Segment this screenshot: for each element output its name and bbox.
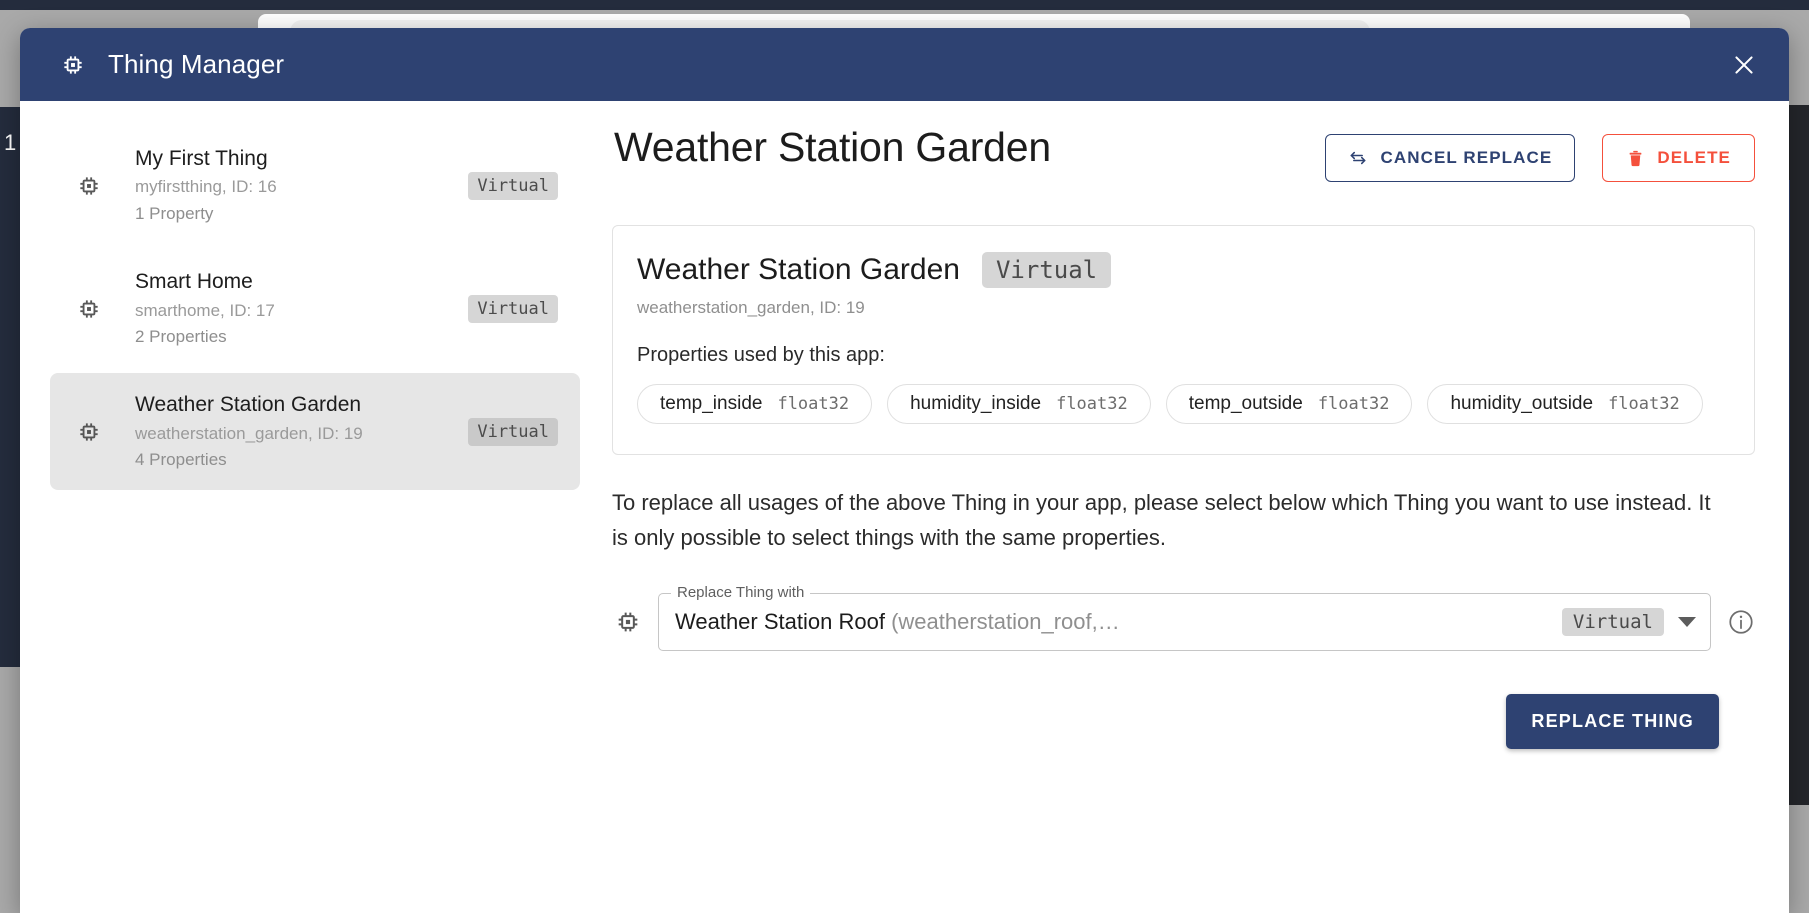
- property-chip: humidity_outside float32: [1427, 384, 1703, 424]
- delete-label: DELETE: [1657, 148, 1731, 167]
- property-type: float32: [1608, 394, 1680, 414]
- thing-identifier: myfirstthing, ID: 16: [135, 177, 277, 197]
- thing-list-item-text: Smart Home smarthome, ID: 17 2 Propertie…: [135, 267, 468, 350]
- properties-label: Properties used by this app:: [637, 344, 885, 366]
- swap-arrows-icon: [1350, 151, 1366, 165]
- chip-icon: [76, 173, 102, 199]
- replace-thing-button[interactable]: REPLACE THING: [1506, 693, 1719, 749]
- thing-list-item-text: My First Thing myfirstthing, ID: 16 1 Pr…: [135, 144, 468, 227]
- status-badge: Virtual: [468, 171, 558, 200]
- selected-thing-name: Weather Station Roof: [675, 608, 885, 634]
- property-chip: temp_inside float32: [637, 384, 873, 424]
- property-name: humidity_outside: [1450, 393, 1594, 414]
- dialog-title: Thing Manager: [108, 49, 285, 79]
- trash-icon: [1629, 150, 1642, 166]
- info-card-headline: Weather Station Garden Virtual: [637, 252, 1728, 288]
- thing-list-item-weather-station-garden[interactable]: Weather Station Garden weatherstation_ga…: [50, 373, 580, 491]
- property-chip: humidity_inside float32: [887, 384, 1151, 424]
- thing-list: My First Thing myfirstthing, ID: 16 1 Pr…: [20, 101, 610, 913]
- thing-list-item-text: Weather Station Garden weatherstation_ga…: [135, 390, 468, 473]
- chip-icon: [76, 296, 102, 322]
- thing-name: Weather Station Garden: [135, 393, 362, 417]
- property-chip: temp_outside float32: [1165, 384, 1413, 424]
- thing-property-count: 4 Properties: [135, 450, 227, 470]
- thing-name: Smart Home: [135, 270, 253, 294]
- chevron-down-icon[interactable]: [1678, 616, 1696, 627]
- close-button[interactable]: [1721, 42, 1767, 88]
- dialog-titlebar: Thing Manager: [20, 28, 1789, 101]
- chip-icon: [76, 419, 102, 445]
- thing-info-card: Weather Station Garden Virtual weatherst…: [612, 225, 1755, 455]
- chip-icon: [614, 608, 642, 636]
- replace-explanation: To replace all usages of the above Thing…: [612, 490, 1711, 550]
- status-badge: Virtual: [468, 417, 558, 446]
- selected-thing-identifier: (weatherstation_roof,…: [891, 608, 1120, 634]
- property-name: temp_outside: [1188, 393, 1303, 414]
- thing-identifier: weatherstation_garden, ID: 19: [135, 423, 363, 443]
- cancel-replace-label: CANCEL REPLACE: [1380, 148, 1553, 167]
- thing-identifier: smarthome, ID: 17: [135, 300, 275, 320]
- property-type: float32: [777, 394, 850, 414]
- background-left-panel-label: 1: [4, 130, 17, 155]
- thing-property-count: 1 Property: [135, 203, 214, 223]
- detail-header-actions: CANCEL REPLACE DELETE: [1325, 123, 1755, 182]
- property-chip-row: temp_inside float32 humidity_inside floa…: [637, 384, 1728, 424]
- info-card-name: Weather Station Garden: [637, 253, 960, 286]
- thing-property-count: 2 Properties: [135, 326, 227, 346]
- detail-header: Weather Station Garden CANCEL REPLACE DE…: [610, 123, 1755, 182]
- close-icon: [1735, 55, 1753, 74]
- thing-detail-pane: Weather Station Garden CANCEL REPLACE DE…: [610, 101, 1789, 913]
- dialog-body: My First Thing myfirstthing, ID: 16 1 Pr…: [20, 101, 1789, 913]
- thing-list-item-my-first-thing[interactable]: My First Thing myfirstthing, ID: 16 1 Pr…: [50, 127, 580, 244]
- info-card-identifier: weatherstation_garden, ID: 19: [637, 298, 865, 317]
- status-badge: Virtual: [468, 294, 558, 323]
- replace-action-row: REPLACE THING: [610, 693, 1755, 749]
- chip-icon: [60, 52, 86, 78]
- replace-thing-select[interactable]: Replace Thing with Weather Station Roof …: [658, 583, 1711, 651]
- replace-select-row: Replace Thing with Weather Station Roof …: [610, 583, 1755, 651]
- status-badge: Virtual: [1561, 607, 1664, 636]
- replace-thing-select-value: Weather Station Roof (weatherstation_roo…: [675, 609, 1550, 635]
- page-title: Weather Station Garden: [614, 124, 1051, 170]
- thing-name: My First Thing: [135, 147, 268, 170]
- replace-thing-select-label: Replace Thing with: [671, 583, 811, 601]
- thing-list-item-smart-home[interactable]: Smart Home smarthome, ID: 17 2 Propertie…: [50, 250, 580, 367]
- property-name: temp_inside: [660, 393, 763, 414]
- thing-manager-dialog: Thing Manager My First Thing myfirstthin…: [20, 28, 1789, 913]
- cancel-replace-button[interactable]: CANCEL REPLACE: [1325, 134, 1576, 182]
- property-type: float32: [1317, 394, 1390, 414]
- property-type: float32: [1056, 394, 1128, 414]
- property-name: humidity_inside: [910, 393, 1042, 414]
- info-circle-icon[interactable]: [1727, 608, 1755, 636]
- background-top-strip: [0, 0, 1809, 10]
- status-badge: Virtual: [981, 252, 1112, 288]
- delete-button[interactable]: DELETE: [1602, 134, 1755, 182]
